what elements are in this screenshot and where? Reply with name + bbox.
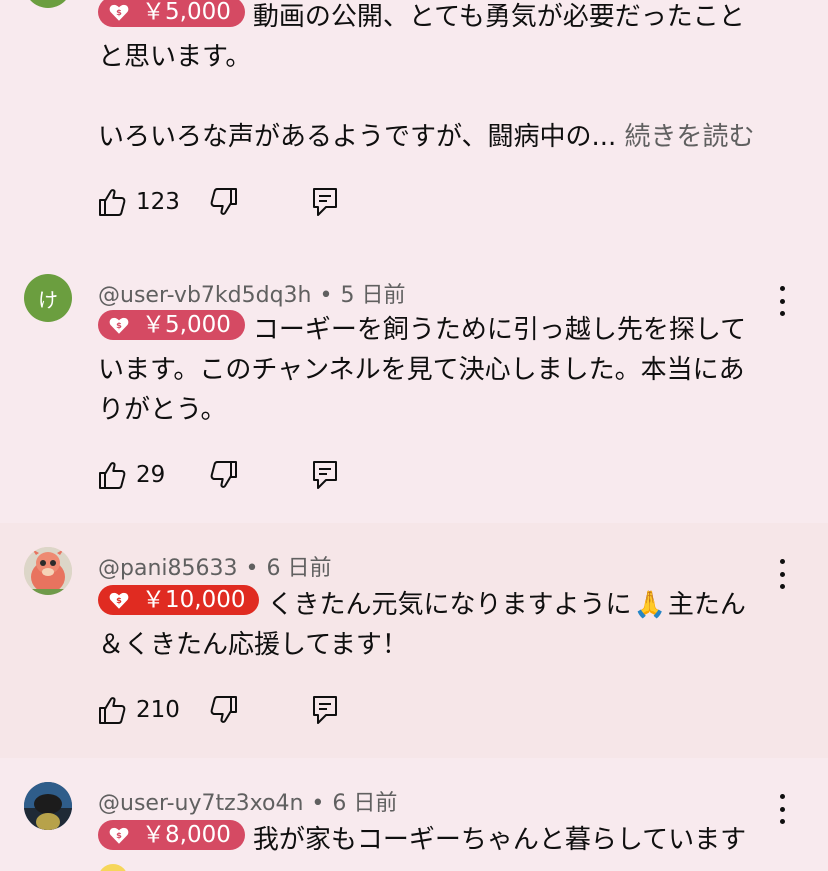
super-thanks-badge: $ ￥5,000 [98, 0, 245, 27]
reply-icon [313, 188, 337, 216]
comment-meta: @user-uy7tz3xo4n • 6 日前 [98, 785, 397, 817]
avatar-letter: け [38, 287, 58, 312]
svg-text:$: $ [116, 830, 122, 840]
separator-dot: • [319, 283, 333, 308]
comment-text: 我が家もコーギーちゃんと暮らしています [252, 825, 747, 855]
like-count: 123 [136, 189, 180, 215]
comment-item: @user-uy7tz3xo4n • 6 日前 $ ￥8,000 我が家もコーギーちゃん… [0, 758, 828, 871]
comment-body: $ ￥5,000 コーギーを飼うために引っ越し先を探して います。このチャンネルを見… [98, 310, 788, 430]
comment-body: $ ￥8,000 我が家もコーギーちゃんと暮らしています [98, 820, 788, 871]
reply-button[interactable] [312, 185, 338, 219]
reply-button[interactable] [312, 458, 338, 492]
like-icon [99, 697, 126, 724]
comment-text: います。このチャンネルを見て決心しました。本当にあ [98, 355, 745, 385]
reply-button[interactable] [312, 693, 338, 727]
badge-amount: ￥8,000 [142, 822, 231, 848]
comment-time: 5 日前 [340, 283, 406, 308]
comment-text: 動画の公開、とても勇気が必要だったこと [252, 2, 745, 32]
svg-text:$: $ [116, 320, 122, 330]
channel-handle[interactable]: @user-vb7kd5dq3h [98, 283, 311, 308]
comment-item: け @user-vb7kd5dq3h • 5 日前 $ ￥5,000 コーギーを飼うため… [0, 250, 828, 523]
comment-text: コーギーを飼うために引っ越し先を探して [252, 315, 747, 345]
comment-meta: @user-vb7kd5dq3h • 5 日前 [98, 277, 405, 309]
dislike-icon [210, 461, 237, 488]
avatar[interactable]: け [24, 274, 72, 322]
separator-dot: • [245, 556, 259, 581]
emoji-partial [98, 864, 128, 871]
badge-amount: ￥5,000 [142, 312, 231, 338]
separator-dot: • [311, 791, 325, 816]
super-thanks-badge: $ ￥5,000 [98, 310, 245, 340]
avatar-image [24, 547, 72, 595]
svg-text:$: $ [116, 595, 122, 605]
reply-icon [313, 696, 337, 724]
comment-text: くきたん元気になりますように [267, 590, 632, 620]
channel-handle[interactable]: @pani85633 [98, 556, 238, 581]
dislike-button[interactable] [210, 693, 238, 727]
like-button[interactable]: 210 [98, 693, 180, 727]
comment-item-highlighted: @pani85633 • 6 日前 $ ￥10,000 くきたん元気になりますように🙏主… [0, 523, 828, 758]
comment-text: いろいろな声があるようですが、闘病中の... [98, 122, 617, 152]
badge-amount: ￥10,000 [142, 587, 246, 613]
comment-text: と思います。 [98, 42, 252, 72]
dislike-button[interactable] [210, 185, 238, 219]
heart-dollar-icon: $ [109, 827, 129, 844]
comment-item: $ ￥5,000 動画の公開、とても勇気が必要だったこと と思います。 いろいろな声… [0, 0, 828, 250]
folded-hands-emoji: 🙏 [633, 590, 666, 620]
avatar-image [24, 782, 72, 830]
like-button[interactable]: 123 [98, 185, 180, 219]
super-thanks-badge: $ ￥10,000 [98, 585, 260, 615]
dislike-icon [210, 696, 237, 723]
comment-time: 6 日前 [332, 791, 398, 816]
like-button[interactable]: 29 [98, 458, 165, 492]
heart-dollar-icon: $ [109, 592, 129, 609]
comment-body: $ ￥10,000 くきたん元気になりますように🙏主たん ＆くきたん応援してます！ [98, 585, 788, 665]
super-thanks-badge: $ ￥8,000 [98, 820, 245, 850]
dislike-button[interactable] [210, 458, 238, 492]
svg-text:$: $ [116, 7, 122, 17]
comment-time: 6 日前 [266, 556, 332, 581]
reply-icon [313, 461, 337, 489]
comment-text: りがとう。 [98, 395, 227, 425]
dislike-icon [210, 188, 237, 215]
avatar[interactable] [24, 547, 72, 595]
comment-text: ＆くきたん応援してます！ [98, 630, 408, 660]
avatar[interactable] [24, 782, 72, 830]
like-count: 210 [136, 697, 180, 723]
badge-amount: ￥5,000 [142, 0, 231, 25]
like-icon [99, 189, 126, 216]
channel-handle[interactable]: @user-uy7tz3xo4n [98, 791, 303, 816]
comment-body: $ ￥5,000 動画の公開、とても勇気が必要だったこと と思います。 いろいろな声… [98, 0, 788, 157]
avatar[interactable] [24, 0, 72, 8]
heart-dollar-icon: $ [109, 317, 129, 334]
comment-text: 主たん [667, 590, 746, 620]
comment-meta: @pani85633 • 6 日前 [98, 550, 331, 582]
read-more-link[interactable]: 続きを読む [625, 122, 755, 152]
like-count: 29 [136, 462, 166, 488]
heart-dollar-icon: $ [109, 4, 129, 21]
like-icon [99, 462, 126, 489]
